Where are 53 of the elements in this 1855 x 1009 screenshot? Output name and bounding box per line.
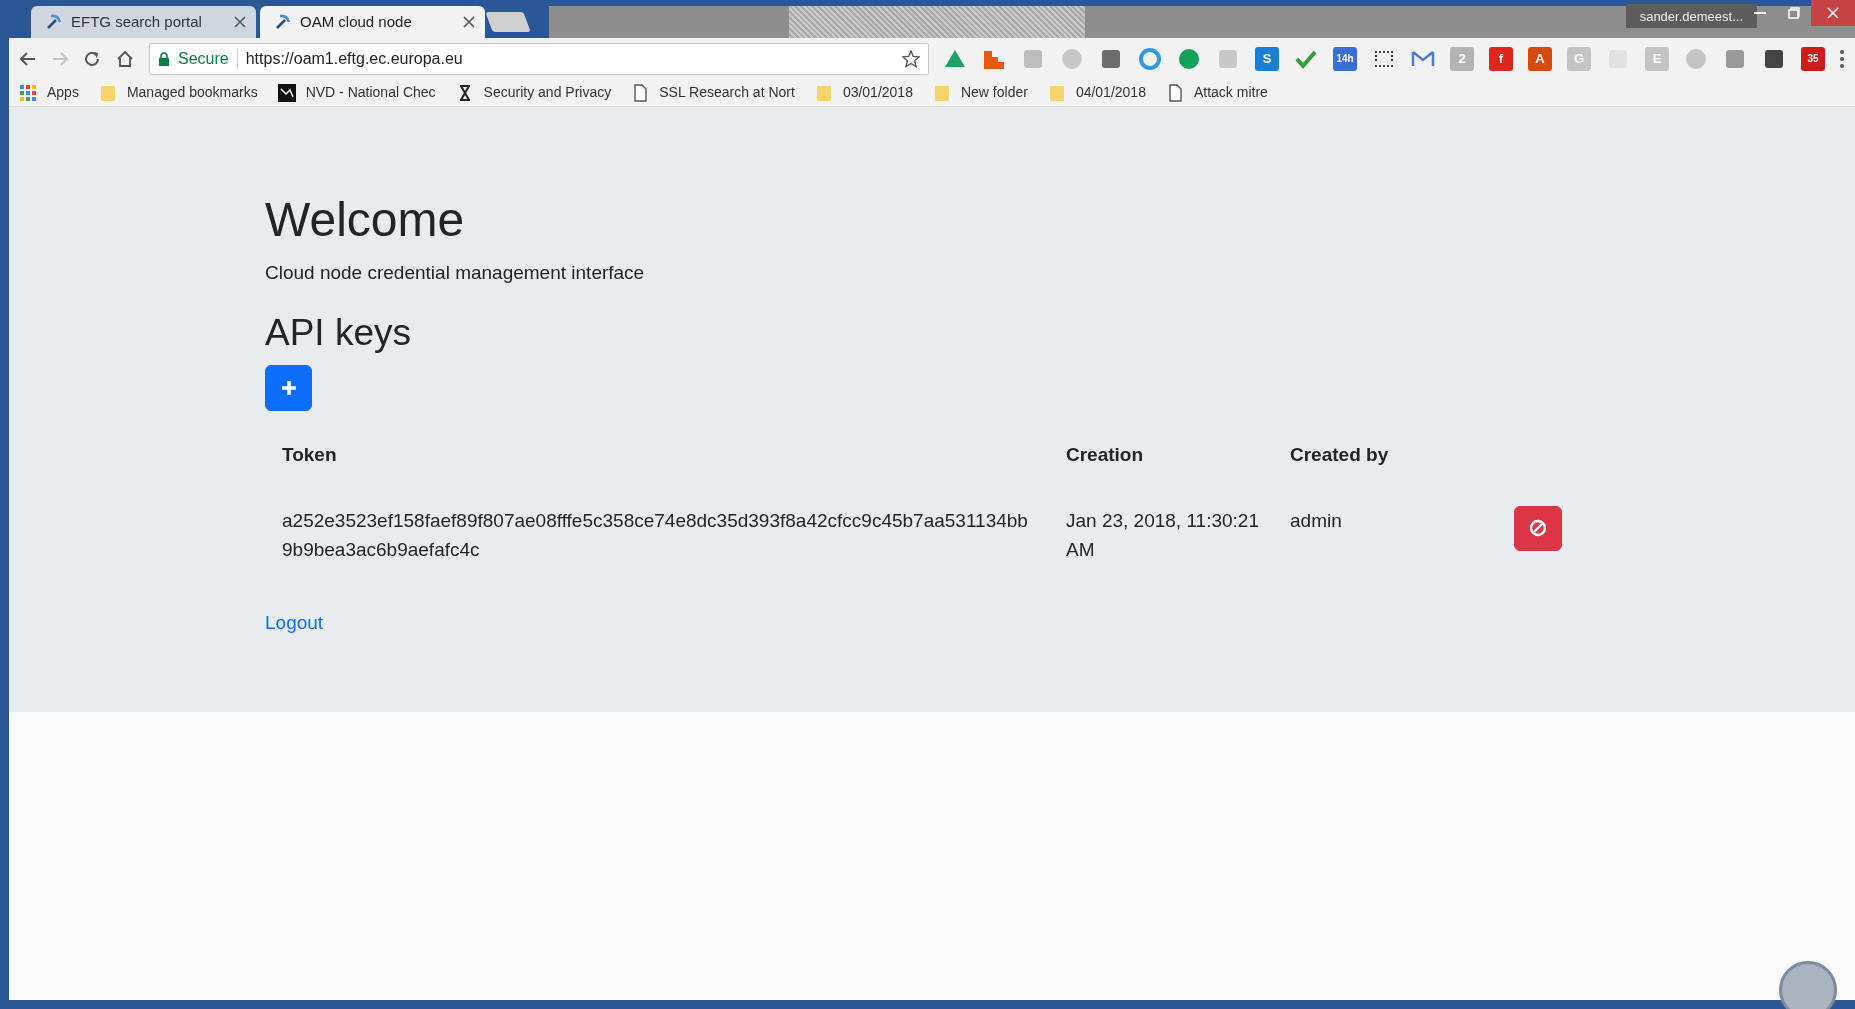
profile-name[interactable]: sander.demeest... — [1625, 4, 1757, 28]
logout-link[interactable]: Logout — [265, 608, 324, 638]
plus-icon — [279, 379, 298, 398]
browser-tab[interactable]: EFTG search portal — [31, 6, 256, 38]
folder-icon — [932, 83, 951, 102]
menu-icon[interactable] — [1839, 48, 1845, 69]
bookmark[interactable]: 04/01/2018 — [1047, 82, 1146, 103]
bookmark[interactable]: Apps — [19, 82, 79, 103]
section-heading: API keys — [265, 311, 412, 356]
column-header: Created by — [1289, 443, 1390, 468]
address-bar[interactable]: Secure https://oam1.eftg.ec.europa.eu — [149, 42, 929, 75]
pickaxe-icon — [274, 13, 292, 31]
bookmark[interactable]: Attack mitre — [1165, 82, 1268, 103]
pickaxe-icon — [45, 13, 63, 31]
extension-icon[interactable]: f — [1489, 46, 1513, 71]
table-cell-text: Jan 23, 2018, 11:30:21 AM — [1065, 509, 1260, 563]
table-cell-text: admin — [1289, 509, 1343, 533]
extension-icon[interactable]: A — [1528, 46, 1552, 71]
page-icon — [631, 83, 650, 102]
back-button[interactable] — [19, 49, 37, 68]
bookmark[interactable]: 03/01/2018 — [814, 82, 913, 103]
close-icon[interactable] — [234, 16, 246, 28]
lock-icon — [158, 51, 170, 66]
close-icon[interactable] — [463, 16, 475, 28]
folder-icon — [98, 83, 117, 102]
new-tab-button[interactable] — [485, 12, 531, 32]
block-icon — [1529, 519, 1547, 538]
page-title: Welcome — [265, 192, 466, 248]
apps-icon — [19, 83, 37, 102]
extension-icon[interactable]: 14h — [1333, 46, 1357, 71]
add-button[interactable] — [265, 365, 312, 412]
extension-icon[interactable]: S — [1255, 46, 1279, 71]
folder-icon — [1047, 83, 1066, 102]
url-text: https://oam1.eftg.ec.europa.eu — [245, 48, 464, 69]
table-cell-text: a252e3523ef158faef89f807ae08fffe5c358ce74e8dc35d393f8a42cfcc9c45b7aa531134bb9b9bea3ac6b9aefafc4c — [281, 509, 1029, 563]
reload-button[interactable] — [83, 49, 101, 68]
secure-label: Secure — [178, 48, 229, 69]
bookmark[interactable]: Security and Privacy — [455, 82, 612, 103]
delete-button[interactable] — [1514, 506, 1562, 551]
bookmark[interactable]: NVD - National Chec — [277, 82, 436, 103]
column-header: Creation — [1065, 443, 1145, 468]
browser-tab[interactable]: OAM cloud node — [260, 6, 485, 38]
extension-icon[interactable]: 35 — [1801, 46, 1825, 71]
star-icon[interactable] — [902, 49, 920, 68]
site-icon — [277, 83, 296, 102]
column-header: Token — [281, 443, 338, 468]
bookmark[interactable]: New folder — [932, 82, 1028, 103]
folder-icon — [814, 83, 833, 102]
subtitle: Cloud node credential management interface — [265, 260, 646, 285]
bookmark[interactable]: SSL Research at Nort — [631, 82, 795, 103]
home-icon[interactable] — [115, 48, 135, 69]
bookmark[interactable]: Managed bookmarks — [98, 82, 258, 103]
maximize-icon[interactable] — [1788, 7, 1800, 19]
